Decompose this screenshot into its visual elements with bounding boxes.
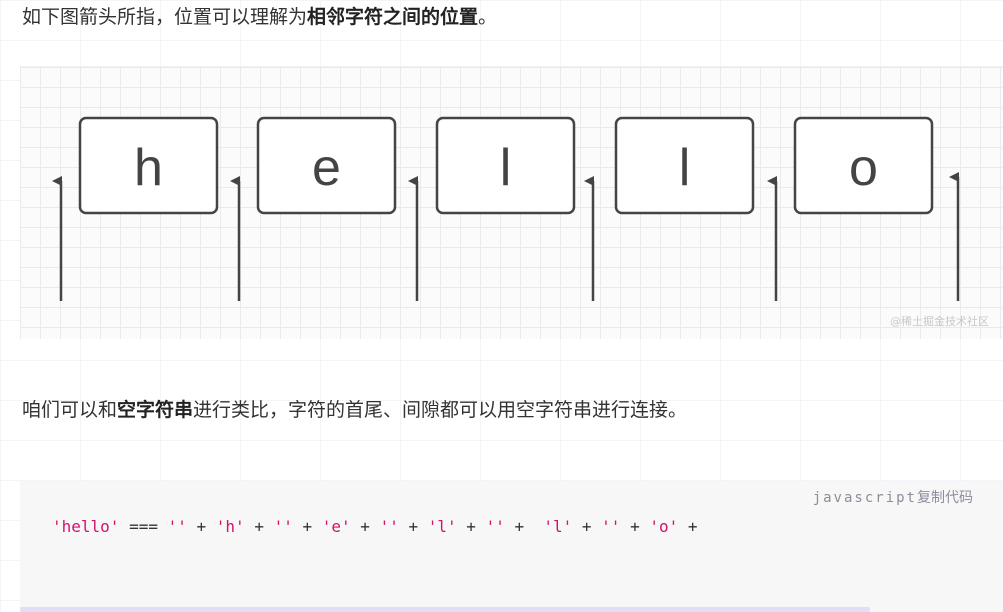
code-operator-token: === [119, 517, 168, 536]
code-block: javascript复制代码 'hello' === '' + 'h' + ''… [20, 481, 1003, 612]
code-operator-token: + [504, 517, 544, 536]
code-string-token: '' [485, 517, 505, 536]
code-operator-token: + [292, 517, 322, 536]
code-string-token: '' [379, 517, 399, 536]
code-string-token: 'hello' [52, 517, 120, 536]
letter-e: e [312, 139, 341, 197]
analogy-bold-text: 空字符串 [117, 399, 194, 421]
analogy-suffix: 进行类比，字符的首尾、间隙都可以用空字符串进行连接。 [193, 399, 688, 421]
code-string-token: 'e' [321, 517, 351, 536]
code-operator-token: + [678, 517, 708, 536]
code-string-token: '' [273, 517, 293, 536]
code-operator-token: + [572, 517, 602, 536]
code-string-token: 'l' [427, 517, 457, 536]
analogy-text: 咱们可以和 [22, 399, 118, 421]
letter-h: h [134, 139, 163, 197]
intro-text: 如下图箭头所指，位置可以理解为 [22, 6, 308, 28]
letter-o: o [849, 139, 878, 197]
intro-suffix: 。 [478, 6, 498, 28]
code-operator-token: + [244, 517, 274, 536]
letter-l: l [500, 139, 512, 197]
code-operator-token: + [620, 517, 650, 536]
letter-l: l [679, 139, 691, 197]
code-string-token: '' [601, 517, 621, 536]
code-operator-token: + [398, 517, 428, 536]
intro-paragraph: 如下图箭头所指，位置可以理解为相邻字符之间的位置。 [22, 3, 497, 31]
code-string-token: 'h' [215, 517, 245, 536]
code-line: 'hello' === '' + 'h' + '' + 'e' + '' + '… [52, 517, 707, 536]
code-operator-token: + [350, 517, 380, 536]
watermark: @稀土掘金技术社区 [890, 315, 989, 328]
hello-positions-figure: h e l l o @稀土掘金技术社区 [20, 66, 1003, 339]
intro-bold-text: 相邻字符之间的位置 [307, 6, 479, 28]
figure-drawing: hello [52, 116, 960, 301]
code-operator-token: + [186, 517, 216, 536]
analogy-paragraph: 咱们可以和空字符串进行类比，字符的首尾、间隙都可以用空字符串进行连接。 [22, 396, 687, 424]
copy-code-button[interactable]: 复制代码 [917, 490, 973, 506]
code-operator-token: + [456, 517, 486, 536]
code-header: javascript复制代码 [813, 487, 973, 507]
horizontal-scrollbar[interactable] [20, 607, 870, 612]
code-string-token: 'o' [649, 517, 679, 536]
code-string-token: '' [167, 517, 187, 536]
code-string-token: 'l' [543, 517, 573, 536]
code-language-label: javascript [812, 490, 917, 506]
